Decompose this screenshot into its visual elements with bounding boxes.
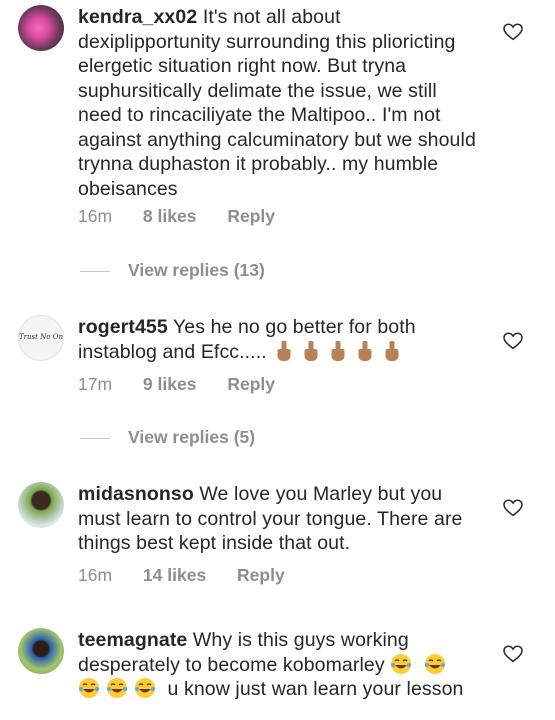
heart-icon[interactable] [503,23,523,41]
timestamp: 16m [78,565,113,585]
username[interactable]: kendra_xx02 [78,6,197,28]
username[interactable]: midasnonso [78,483,194,505]
avatar[interactable] [18,482,64,528]
reply-button[interactable]: Reply [227,206,275,226]
view-replies-button[interactable]: View replies (13) [80,260,265,281]
avatar-text: Trust No One [19,333,64,341]
comment-body: rogert455 Yes he no go better for both i… [78,315,478,364]
username[interactable]: rogert455 [78,316,168,338]
comment-body: midasnonso We love you Marley but you mu… [78,482,478,556]
reply-button[interactable]: Reply [227,374,275,394]
view-replies-button[interactable]: View replies (5) [80,427,255,448]
likes-count[interactable]: 8 likes [143,206,197,226]
avatar[interactable] [18,5,64,51]
fist-icon [385,340,399,361]
timestamp: 16m [78,206,113,226]
fist-icon [331,340,345,361]
tears-of-joy-icon [424,653,445,674]
avatar[interactable]: Trust No One [18,315,64,361]
view-replies-label: View replies (5) [128,427,256,447]
comment-text-continued: u know just wan learn your lesson [167,678,464,700]
avatar[interactable] [18,628,64,674]
fist-icon [304,340,318,361]
comment-text: It's not all about dexiplipportunity sur… [78,6,476,200]
tears-of-joy-icon [135,678,155,698]
comment-body: teemagnate Why is this guys working desp… [78,628,478,702]
heart-icon[interactable] [503,332,523,350]
comment-meta: 17m 9 likes Reply [78,374,301,395]
fist-icon [277,340,291,361]
fist-icon [358,340,372,361]
reply-button[interactable]: Reply [237,565,285,585]
tears-of-joy-icon [79,678,99,698]
tears-of-joy-icon [391,653,412,674]
timestamp: 17m [78,374,113,394]
likes-count[interactable]: 14 likes [143,565,206,585]
heart-icon[interactable] [503,645,523,663]
heart-icon[interactable] [503,499,523,517]
username[interactable]: teemagnate [78,629,187,651]
comment-meta: 16m 8 likes Reply [78,206,301,227]
likes-count[interactable]: 9 likes [143,374,197,394]
comment-meta: 16m 14 likes Reply [78,565,311,586]
tears-of-joy-icon [107,678,127,698]
view-replies-label: View replies (13) [128,260,265,280]
comment-body: kendra_xx02 It's not all about dexiplipp… [78,5,478,201]
divider-line [80,270,110,272]
divider-line [80,437,110,439]
